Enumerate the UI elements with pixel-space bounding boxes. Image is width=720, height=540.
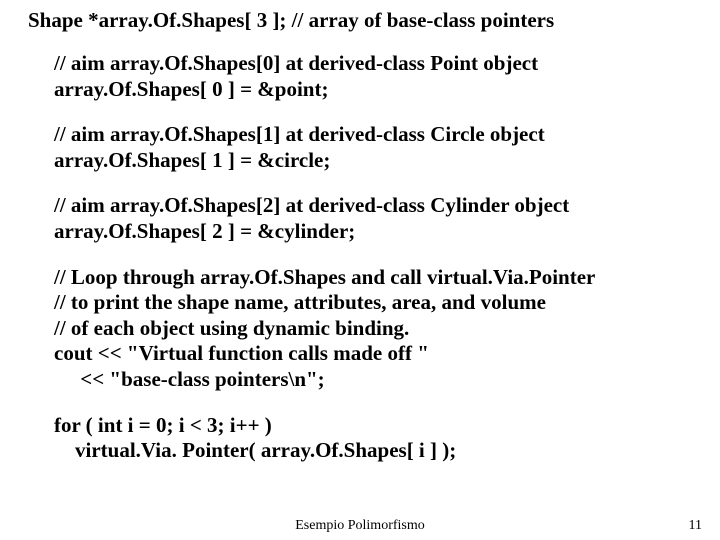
code-block-loop-comment: // Loop through array.Of.Shapes and call…: [54, 265, 702, 393]
code-line: // of each object using dynamic binding.: [54, 316, 702, 342]
code-line: array.Of.Shapes[ 0 ] = &point;: [54, 77, 702, 103]
code-block-cylinder: // aim array.Of.Shapes[2] at derived-cla…: [54, 193, 702, 244]
code-line: << "base-class pointers\n";: [54, 367, 702, 393]
code-line: array.Of.Shapes[ 2 ] = &cylinder;: [54, 219, 702, 245]
page-number: 11: [689, 518, 702, 534]
code-line: virtual.Via. Pointer( array.Of.Shapes[ i…: [54, 438, 702, 464]
code-block-for: for ( int i = 0; i < 3; i++ ) virtual.Vi…: [54, 413, 702, 464]
slide: Shape *array.Of.Shapes[ 3 ]; // array of…: [0, 0, 720, 540]
footer-title: Esempio Polimorfismo: [0, 518, 720, 534]
code-line: // to print the shape name, attributes, …: [54, 290, 702, 316]
code-line: // aim array.Of.Shapes[0] at derived-cla…: [54, 51, 702, 77]
code-line: for ( int i = 0; i < 3; i++ ): [54, 413, 702, 439]
code-line: // aim array.Of.Shapes[2] at derived-cla…: [54, 193, 702, 219]
code-block-circle: // aim array.Of.Shapes[1] at derived-cla…: [54, 122, 702, 173]
code-line: // aim array.Of.Shapes[1] at derived-cla…: [54, 122, 702, 148]
code-line: // Loop through array.Of.Shapes and call…: [54, 265, 702, 291]
code-line-declaration: Shape *array.Of.Shapes[ 3 ]; // array of…: [28, 8, 702, 33]
code-line: cout << "Virtual function calls made off…: [54, 341, 702, 367]
code-line: array.Of.Shapes[ 1 ] = &circle;: [54, 148, 702, 174]
code-block-point: // aim array.Of.Shapes[0] at derived-cla…: [54, 51, 702, 102]
